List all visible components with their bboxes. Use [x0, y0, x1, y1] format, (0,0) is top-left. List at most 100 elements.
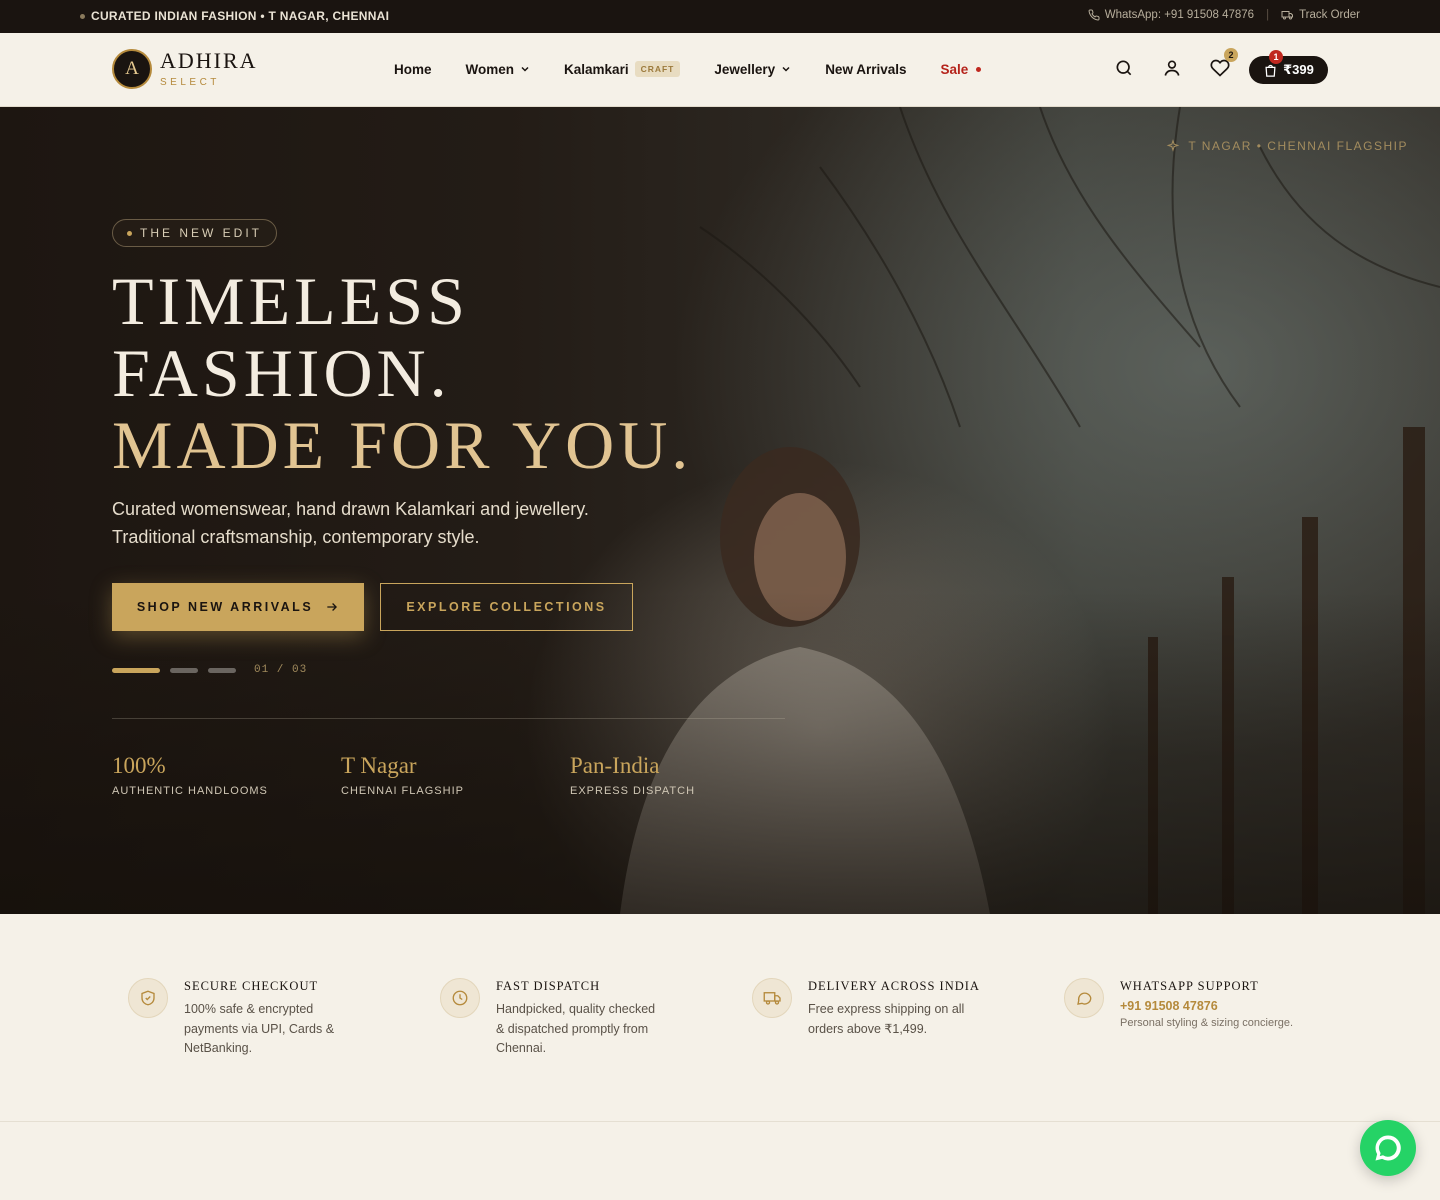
search-icon	[1116, 60, 1132, 76]
feature-desc: Handpicked, quality checked & dispatched…	[496, 1002, 656, 1055]
feature-icon-wrap	[752, 978, 792, 1018]
feature-delivery: DELIVERY ACROSS INDIA Free express shipp…	[752, 978, 980, 1039]
slide-dot-1[interactable]	[112, 667, 160, 673]
nav-sale-label: Sale	[940, 61, 969, 77]
chevron-down-icon	[521, 66, 529, 72]
cart-count-badge: 1	[1269, 50, 1283, 64]
search-button[interactable]	[1112, 56, 1136, 80]
feature-desc: 100% safe & encrypted payments via UPI, …	[184, 1002, 335, 1055]
brand-tagline: SELECT	[160, 77, 220, 88]
feature-title: FAST DISPATCH	[496, 979, 601, 993]
feature-whatsapp-support: WHATSAPP SUPPORT +91 91508 47876 Persona…	[1064, 978, 1320, 1029]
slide-dot-2[interactable]	[170, 667, 198, 673]
chevron-down-icon	[782, 66, 790, 72]
flagship-label: T NAGAR • CHENNAI FLAGSHIP	[1166, 139, 1408, 153]
shop-new-arrivals-label: SHOP NEW ARRIVALS	[136, 600, 314, 614]
cart-button[interactable]: ₹399 1	[1249, 50, 1328, 84]
shield-check-icon	[141, 990, 155, 1006]
slide-counter: 01 / 03	[254, 664, 308, 676]
new-edit-pill: THE NEW EDIT	[112, 219, 277, 247]
hero-banner: T NAGAR • CHENNAI FLAGSHIP THE NEW EDIT …	[0, 107, 1440, 914]
shop-new-arrivals-button[interactable]: SHOP NEW ARRIVALS	[112, 583, 364, 631]
feature-title: DELIVERY ACROSS INDIA	[808, 979, 980, 993]
feature-text: WHATSAPP SUPPORT +91 91508 47876 Persona…	[1120, 978, 1320, 1029]
stat-item: T Nagar CHENNAI FLAGSHIP	[341, 753, 570, 797]
nav-home[interactable]: Home	[394, 62, 432, 77]
subcopy-line-2: Traditional craftsmanship, contemporary …	[112, 527, 480, 547]
slide-indicators: 01 / 03	[112, 664, 307, 676]
brand-logo[interactable]: A ADHIRA SELECT	[112, 49, 258, 89]
explore-collections-button[interactable]: EXPLORE COLLECTIONS	[380, 583, 633, 631]
cart-total: ₹399	[1283, 62, 1314, 77]
whatsapp-icon	[1375, 1135, 1401, 1161]
feature-text: SECURE CHECKOUT 100% safe & encrypted pa…	[184, 978, 354, 1059]
hero-headline: TIMELESS FASHION. MADE FOR YOU.	[112, 265, 692, 481]
craft-badge: CRAFT	[634, 61, 681, 77]
nav-jewellery-label: Jewellery	[714, 61, 776, 77]
sale-dot-icon	[976, 66, 982, 72]
dot-icon	[80, 13, 85, 19]
stat-value: T Nagar	[341, 753, 417, 778]
stat-item: Pan-India EXPRESS DISPATCH	[570, 753, 799, 797]
subcopy-line-1: Curated womenswear, hand drawn Kalamkari…	[112, 499, 589, 519]
service-features: SECURE CHECKOUT 100% safe & encrypted pa…	[0, 914, 1440, 1122]
stat-item: 100% AUTHENTIC HANDLOOMS	[112, 753, 341, 797]
feature-icon-wrap	[440, 978, 480, 1018]
track-order-label: Track Order	[1299, 9, 1360, 21]
promo-text: CURATED INDIAN FASHION • T NAGAR, CHENNA…	[91, 9, 390, 23]
sparkle-icon	[1166, 139, 1180, 152]
phone-icon	[1088, 9, 1100, 21]
headline-line-3: MADE FOR YOU.	[112, 407, 693, 483]
clock-icon	[452, 990, 468, 1006]
headline-line-2: FASHION.	[112, 335, 451, 411]
hero-subcopy: Curated womenswear, hand drawn Kalamkari…	[112, 495, 672, 551]
main-header: A ADHIRA SELECT Home Women Kalamkari CRA…	[0, 33, 1440, 107]
user-icon	[1164, 60, 1180, 76]
nav-women-label: Women	[465, 61, 515, 77]
nav-new-arrivals-label: New Arrivals	[825, 61, 907, 77]
feature-secure-checkout: SECURE CHECKOUT 100% safe & encrypted pa…	[128, 978, 354, 1059]
brand-name: ADHIRA	[160, 48, 258, 73]
nav-women[interactable]: Women	[466, 62, 531, 77]
stat-label: EXPRESS DISPATCH	[570, 785, 696, 797]
topbar-separator: |	[1266, 9, 1270, 21]
nav-jewellery[interactable]: Jewellery	[714, 62, 791, 77]
nav-new-arrivals[interactable]: New Arrivals	[825, 62, 906, 77]
feature-text: FAST DISPATCH Handpicked, quality checke…	[496, 978, 666, 1059]
track-order-link[interactable]: Track Order	[1281, 9, 1360, 21]
topbar-links: WhatsApp: +91 91508 47876 | Track Order	[1088, 9, 1360, 21]
feature-title: SECURE CHECKOUT	[184, 979, 319, 993]
wishlist-button[interactable]: 2	[1208, 48, 1238, 80]
stat-label: AUTHENTIC HANDLOOMS	[112, 785, 268, 797]
wishlist-count-badge: 2	[1224, 48, 1238, 62]
logo-text: ADHIRA SELECT	[160, 48, 258, 89]
feature-text: DELIVERY ACROSS INDIA Free express shipp…	[808, 978, 980, 1039]
slide-dot-3[interactable]	[208, 667, 236, 673]
feature-fast-dispatch: FAST DISPATCH Handpicked, quality checke…	[440, 978, 666, 1059]
whatsapp-chat-button[interactable]	[1360, 1120, 1416, 1176]
support-phone-link[interactable]: +91 91508 47876	[1120, 999, 1320, 1013]
promo-text-wrap: CURATED INDIAN FASHION • T NAGAR, CHENNA…	[80, 9, 389, 23]
primary-nav: Home Women Kalamkari CRAFT Jewellery New…	[394, 61, 1015, 77]
hero-divider	[112, 718, 785, 719]
feature-icon-wrap	[1064, 978, 1104, 1018]
stat-value: Pan-India	[570, 753, 660, 778]
nav-sale[interactable]: Sale	[940, 61, 982, 77]
stat-value: 100%	[112, 753, 166, 778]
account-button[interactable]	[1160, 56, 1184, 80]
feature-icon-wrap	[128, 978, 168, 1018]
nav-kalamkari[interactable]: Kalamkari CRAFT	[564, 61, 681, 77]
explore-collections-label: EXPLORE COLLECTIONS	[406, 600, 607, 614]
feature-title: WHATSAPP SUPPORT	[1120, 979, 1259, 993]
nav-home-label: Home	[394, 61, 432, 77]
nav-kalamkari-label: Kalamkari	[564, 61, 629, 77]
shopping-bag-icon	[1265, 64, 1276, 77]
chat-bubble-icon	[1077, 992, 1092, 1005]
flagship-text: T NAGAR • CHENNAI FLAGSHIP	[1188, 139, 1408, 153]
whatsapp-link[interactable]: WhatsApp: +91 91508 47876	[1088, 9, 1254, 21]
headline-line-1: TIMELESS	[112, 263, 469, 339]
arrow-right-icon	[327, 603, 338, 611]
header-actions: 2	[1112, 48, 1238, 80]
hero-stats: 100% AUTHENTIC HANDLOOMS T Nagar CHENNAI…	[112, 753, 799, 797]
feature-desc: Free express shipping on all orders abov…	[808, 1002, 965, 1036]
